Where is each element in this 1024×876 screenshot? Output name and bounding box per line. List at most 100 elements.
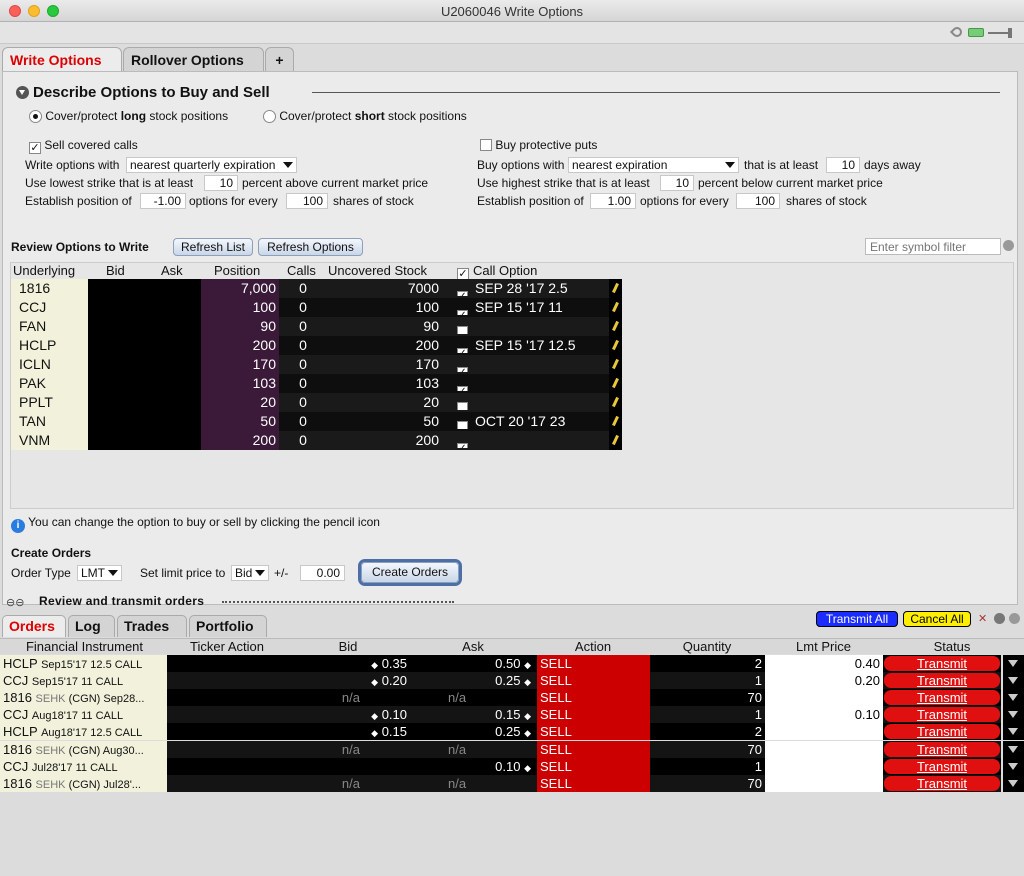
review-row[interactable]: 1816 7,000 0 7000 ✓ SEP 28 '17 2.5	[11, 279, 622, 298]
cell-quantity[interactable]: 70	[650, 689, 765, 707]
cell-quantity[interactable]: 1	[650, 672, 765, 690]
transmit-button[interactable]: Transmit	[884, 673, 1000, 689]
order-type-select[interactable]: LMT	[77, 565, 122, 581]
close-icon[interactable]: ✕	[978, 612, 987, 625]
order-row[interactable]: 1816 SEHK (CGN) Aug30... n/a n/a SELL 70 Tran…	[0, 740, 1024, 758]
buy-protective-puts-checkbox[interactable]: Buy protective puts	[480, 138, 597, 152]
cell-lmt-price[interactable]	[765, 757, 883, 775]
help-icon[interactable]	[1009, 613, 1020, 624]
col-lmt-price[interactable]: Lmt Price	[765, 639, 882, 655]
establish-position-right-input[interactable]: 1.00	[590, 193, 636, 209]
row-menu-arrow-icon[interactable]	[1008, 660, 1018, 667]
pencil-icon[interactable]	[612, 339, 619, 351]
transmit-button[interactable]: Transmit	[884, 775, 1000, 791]
days-input[interactable]: 10	[826, 157, 860, 173]
collapse-toggle-icon[interactable]	[16, 86, 29, 99]
transmit-button[interactable]: Transmit	[884, 656, 1000, 671]
cell-quantity[interactable]: 2	[650, 655, 765, 672]
checkbox-unchecked-icon[interactable]	[457, 402, 468, 410]
radio-long-positions[interactable]: Cover/protect long stock positions	[29, 109, 228, 123]
checkbox-checked-icon[interactable]: ✓	[457, 348, 468, 353]
tab-write-options[interactable]: Write Options	[2, 47, 122, 72]
link-icon[interactable]	[968, 28, 984, 37]
cancel-all-button[interactable]: Cancel All	[903, 611, 971, 627]
cell-lmt-price[interactable]: 0.40	[765, 655, 883, 672]
limit-offset-input[interactable]: 0.00	[300, 565, 345, 581]
col-bid[interactable]: Bid	[106, 263, 125, 279]
order-row[interactable]: HCLP Aug18'17 12.5 CALL ◆ 0.15 0.25 ◆ SELL 2…	[0, 723, 1024, 741]
tab-orders[interactable]: Orders	[2, 615, 66, 637]
col-bid[interactable]: Bid	[287, 639, 409, 655]
section-grip-icon[interactable]: ⊖⊖	[6, 596, 24, 609]
checkbox-checked-icon[interactable]: ✓	[457, 367, 468, 372]
col-uncovered-stock[interactable]: Uncovered Stock	[328, 263, 427, 279]
symbol-filter-input[interactable]	[865, 238, 1001, 255]
row-menu-arrow-icon[interactable]	[1008, 779, 1018, 787]
col-ask[interactable]: Ask	[410, 639, 536, 655]
cell-quantity[interactable]: 70	[650, 740, 765, 758]
review-row[interactable]: PAK 103 0 103 ✓	[11, 374, 622, 393]
cell-quantity[interactable]: 1	[650, 757, 765, 775]
transmit-button[interactable]: Transmit	[884, 741, 1000, 757]
cell-action[interactable]: SELL	[537, 723, 650, 741]
review-row[interactable]: VNM 200 0 200 ✓	[11, 431, 622, 450]
checkbox-checked-icon[interactable]: ✓	[457, 291, 468, 296]
cell-lmt-price[interactable]	[765, 723, 883, 741]
checkbox-unchecked-icon[interactable]	[457, 421, 468, 429]
col-action[interactable]: Action	[537, 639, 649, 655]
review-row[interactable]: FAN 90 0 90	[11, 317, 622, 336]
pencil-icon[interactable]	[612, 434, 619, 446]
review-row[interactable]: CCJ 100 0 100 ✓ SEP 15 '17 11	[11, 298, 622, 317]
pencil-icon[interactable]	[612, 320, 619, 332]
pencil-icon[interactable]	[612, 377, 619, 389]
cell-action[interactable]: SELL	[537, 655, 650, 672]
row-menu-arrow-icon[interactable]	[1008, 762, 1018, 770]
tab-portfolio[interactable]: Portfolio	[189, 615, 267, 637]
tab-log[interactable]: Log	[68, 615, 115, 637]
checkbox-checked-icon[interactable]: ✓	[457, 443, 468, 448]
create-orders-button[interactable]: Create Orders	[361, 562, 459, 583]
radio-short-positions[interactable]: Cover/protect short stock positions	[263, 109, 467, 123]
clear-filter-icon[interactable]	[1003, 240, 1014, 251]
cell-lmt-price[interactable]	[765, 774, 883, 792]
establish-position-input[interactable]: -1.00	[140, 193, 186, 209]
order-row[interactable]: 1816 SEHK (CGN) Jul28'... n/a n/a SELL 70 Tra…	[0, 774, 1024, 792]
checkbox-unchecked-icon[interactable]	[480, 139, 492, 151]
cell-lmt-price[interactable]: 0.10	[765, 706, 883, 724]
sell-covered-calls-checkbox[interactable]: ✓ Sell covered calls	[29, 138, 138, 154]
col-underlying[interactable]: Underlying	[13, 263, 75, 279]
pencil-icon[interactable]	[612, 396, 619, 408]
row-menu-arrow-icon[interactable]	[1008, 728, 1018, 736]
pencil-icon[interactable]	[612, 301, 619, 313]
cell-action[interactable]: SELL	[537, 740, 650, 758]
cell-action[interactable]: SELL	[537, 757, 650, 775]
cell-action[interactable]: SELL	[537, 774, 650, 792]
cell-lmt-price[interactable]	[765, 689, 883, 707]
limit-price-select[interactable]: Bid	[231, 565, 269, 581]
transmit-button[interactable]: Transmit	[884, 707, 1000, 723]
refresh-list-button[interactable]: Refresh List	[173, 238, 253, 256]
cell-action[interactable]: SELL	[537, 706, 650, 724]
transmit-button[interactable]: Transmit	[884, 758, 1000, 774]
lowest-strike-input[interactable]: 10	[204, 175, 238, 191]
pin-icon[interactable]	[988, 32, 1008, 34]
add-tab-button[interactable]: +	[265, 47, 294, 72]
order-row[interactable]: CCJ Sep15'17 11 CALL ◆ 0.20 0.25 ◆ SELL 1 0.2…	[0, 672, 1024, 690]
review-row[interactable]: TAN 50 0 50 OCT 20 '17 23	[11, 412, 622, 431]
checkbox-unchecked-icon[interactable]	[457, 326, 468, 334]
col-call-option[interactable]: ✓ Call Option	[457, 263, 537, 280]
tab-rollover-options[interactable]: Rollover Options	[123, 47, 264, 72]
refresh-options-button[interactable]: Refresh Options	[258, 238, 363, 256]
col-quantity[interactable]: Quantity	[650, 639, 764, 655]
order-row[interactable]: HCLP Sep15'17 12.5 CALL ◆ 0.35 0.50 ◆ SELL 2…	[0, 655, 1024, 672]
transmit-button[interactable]: Transmit	[884, 690, 1000, 706]
cell-quantity[interactable]: 2	[650, 723, 765, 741]
order-row[interactable]: CCJ Aug18'17 11 CALL ◆ 0.10 0.15 ◆ SELL 1 0.1…	[0, 706, 1024, 724]
col-calls[interactable]: Calls	[287, 263, 316, 279]
write-expiration-select[interactable]: nearest quarterly expiration	[126, 157, 297, 173]
review-row[interactable]: ICLN 170 0 170 ✓	[11, 355, 622, 374]
checkbox-checked-icon[interactable]: ✓	[457, 310, 468, 315]
cell-lmt-price[interactable]	[765, 740, 883, 758]
row-menu-arrow-icon[interactable]	[1008, 711, 1018, 719]
order-row[interactable]: 1816 SEHK (CGN) Sep28... n/a n/a SELL 70 Tran…	[0, 689, 1024, 707]
